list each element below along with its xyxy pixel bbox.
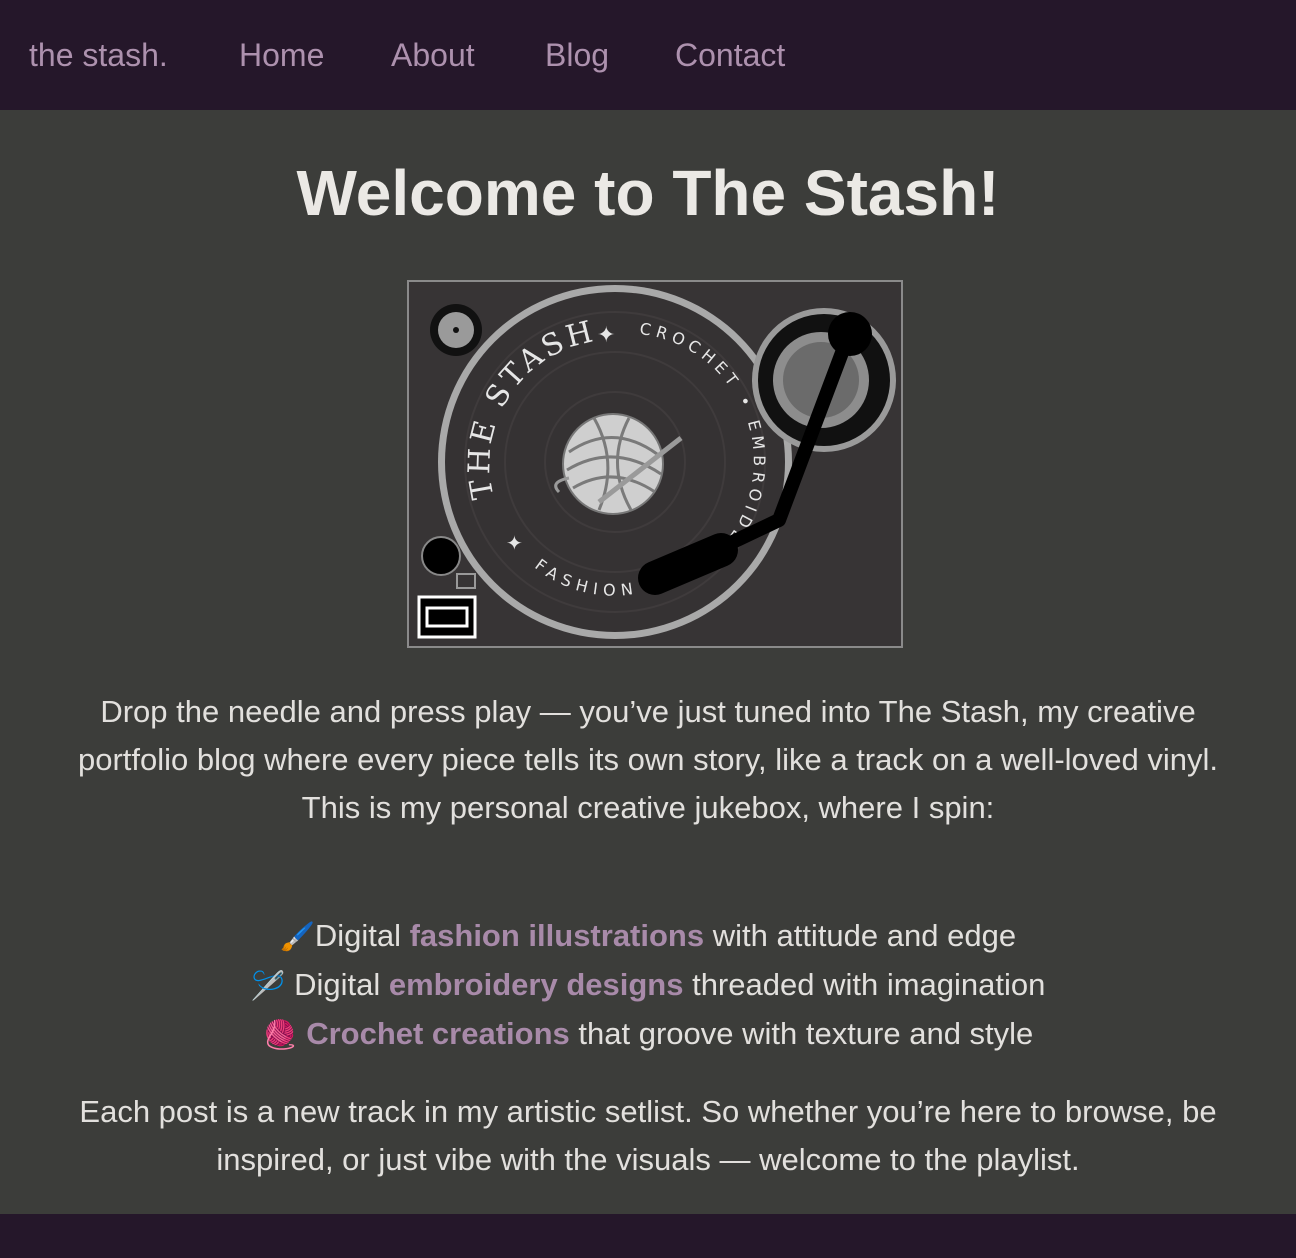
list-item: 🧶 Crochet creations that groove with tex…: [0, 1010, 1296, 1059]
star-icon: ✦: [506, 533, 523, 555]
crochet-creations-link[interactable]: Crochet creations: [306, 1016, 570, 1051]
creations-list: 🖌️Digital fashion illustrations with att…: [0, 912, 1296, 1059]
turntable-illustration: THE STASH CROCHET • EMBROIDERY FASHION ✦…: [409, 282, 896, 639]
turntable-logo-image: THE STASH CROCHET • EMBROIDERY FASHION ✦…: [407, 280, 903, 648]
nav-link-about[interactable]: About: [391, 34, 475, 76]
yarn-icon: 🧶: [262, 1019, 298, 1050]
intro-line-2: This is my personal creative jukebox, wh…: [301, 790, 995, 825]
list-item-text: [298, 1016, 307, 1051]
button-icon: [421, 536, 461, 576]
outro-text: Each post is a new track in my artistic …: [79, 1094, 1217, 1177]
fashion-illustrations-link[interactable]: fashion illustrations: [410, 918, 705, 953]
intro-line-1: Drop the needle and press play — you’ve …: [77, 694, 1219, 777]
needle-icon: 🪡: [250, 970, 286, 1001]
list-item-text: Digital: [314, 918, 410, 953]
nav-link-blog[interactable]: Blog: [545, 34, 609, 76]
list-item: 🪡 Digital embroidery designs threaded wi…: [0, 961, 1296, 1010]
embroidery-designs-link[interactable]: embroidery designs: [389, 967, 684, 1002]
list-item: 🖌️Digital fashion illustrations with att…: [0, 912, 1296, 961]
nav-link-contact[interactable]: Contact: [675, 34, 785, 76]
list-item-text: that groove with texture and style: [569, 1016, 1034, 1051]
intro-text: Drop the needle and press play — you’ve …: [60, 688, 1236, 832]
top-nav: the stash. Home About Blog Contact: [0, 0, 1296, 110]
page-title: Welcome to The Stash!: [296, 157, 1000, 229]
footer: [0, 1214, 1296, 1258]
list-item-text: threaded with imagination: [683, 967, 1046, 1002]
paintbrush-icon: 🖌️: [279, 921, 315, 952]
nav-link-home[interactable]: Home: [239, 34, 324, 76]
brand-link[interactable]: the stash.: [29, 34, 168, 76]
star-icon: ✦: [597, 322, 615, 347]
list-item-text: Digital: [285, 967, 389, 1002]
list-item-text: with attitude and edge: [704, 918, 1017, 953]
